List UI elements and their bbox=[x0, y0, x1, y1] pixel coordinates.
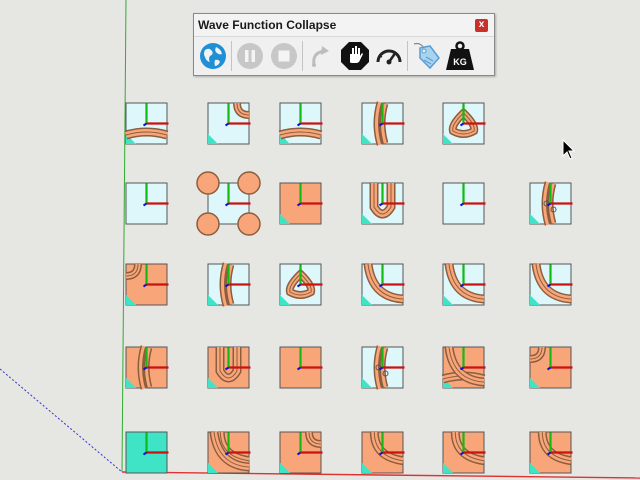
stop-button[interactable] bbox=[267, 39, 301, 73]
tile bbox=[207, 431, 251, 474]
hand-stop-icon bbox=[341, 42, 369, 70]
hand-stop-button[interactable] bbox=[338, 39, 372, 73]
tile bbox=[361, 431, 405, 474]
globe-icon bbox=[200, 43, 226, 69]
tile bbox=[529, 181, 573, 226]
wfc-toolbar: Wave Function Collapse x KG bbox=[193, 13, 495, 76]
tile bbox=[442, 263, 486, 306]
tag-button[interactable] bbox=[409, 39, 443, 73]
mouse-cursor-icon bbox=[562, 139, 576, 160]
toolbar-separator bbox=[231, 41, 232, 71]
pause-icon bbox=[237, 43, 263, 69]
weight-button[interactable]: KG bbox=[443, 39, 477, 73]
toolbar-buttons: KG bbox=[194, 37, 494, 75]
stop-icon bbox=[271, 43, 297, 69]
tile bbox=[279, 431, 323, 474]
tile bbox=[529, 263, 573, 306]
tile bbox=[125, 431, 169, 474]
redo-icon bbox=[312, 46, 329, 67]
tile bbox=[207, 102, 251, 145]
close-button[interactable]: x bbox=[475, 18, 488, 32]
tile bbox=[278, 102, 323, 145]
tile bbox=[279, 263, 323, 306]
tile bbox=[361, 182, 405, 225]
toolbar-separator bbox=[302, 41, 303, 71]
tag-icon bbox=[413, 42, 440, 70]
weight-label: KG bbox=[453, 57, 467, 67]
tile bbox=[125, 182, 169, 225]
toolbar-titlebar[interactable]: Wave Function Collapse x bbox=[194, 14, 494, 37]
tile bbox=[279, 346, 323, 389]
tile bbox=[529, 346, 573, 389]
speedometer-icon bbox=[376, 49, 402, 65]
tile-grid bbox=[124, 101, 573, 474]
tile bbox=[124, 102, 169, 145]
tile bbox=[361, 345, 405, 390]
green-axis-line bbox=[121, 0, 127, 473]
tile bbox=[207, 262, 251, 307]
tile bbox=[529, 431, 573, 474]
tile bbox=[125, 345, 169, 390]
tile bbox=[279, 182, 323, 225]
tile bbox=[125, 263, 169, 306]
tile bbox=[207, 346, 251, 389]
pause-button[interactable] bbox=[233, 39, 267, 73]
tile bbox=[441, 346, 486, 389]
toolbar-separator bbox=[407, 41, 408, 71]
tile bbox=[442, 182, 486, 225]
globe-button[interactable] bbox=[196, 39, 230, 73]
blue-axis-line bbox=[0, 368, 123, 473]
tile bbox=[196, 171, 261, 236]
speed-button[interactable] bbox=[372, 39, 406, 73]
weight-kg-icon: KG bbox=[446, 41, 474, 70]
tile bbox=[442, 102, 486, 145]
redo-button[interactable] bbox=[304, 39, 338, 73]
tile bbox=[442, 431, 486, 474]
toolbar-title: Wave Function Collapse bbox=[198, 18, 337, 32]
tile bbox=[361, 263, 405, 306]
tile bbox=[361, 101, 405, 146]
